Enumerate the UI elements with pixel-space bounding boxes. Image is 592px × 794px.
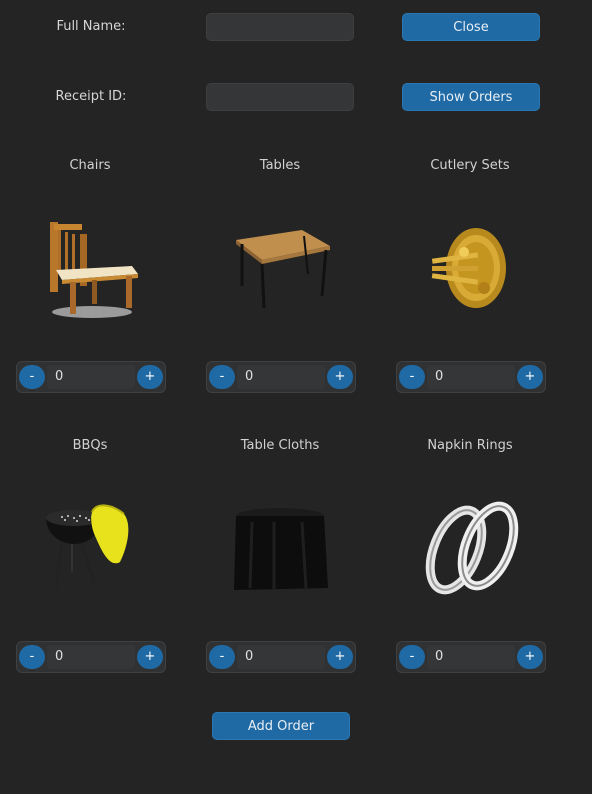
decrement-button[interactable]: -	[209, 645, 235, 669]
decrement-button[interactable]: -	[399, 365, 425, 389]
table-image	[222, 212, 342, 322]
tablecloth-image	[222, 492, 342, 602]
category-title-table-cloths: Table Cloths	[240, 438, 320, 453]
quantity-stepper-cutlery-sets[interactable]: - 0 +	[396, 361, 546, 393]
quantity-stepper-bbqs[interactable]: - 0 +	[16, 641, 166, 673]
increment-button[interactable]: +	[517, 365, 543, 389]
cutlery-image	[412, 212, 532, 322]
close-button[interactable]: Close	[402, 13, 540, 41]
quantity-input[interactable]: 0	[237, 645, 325, 669]
increment-button[interactable]: +	[137, 365, 163, 389]
receipt-id-label: Receipt ID:	[55, 89, 127, 104]
quantity-input[interactable]: 0	[427, 365, 515, 389]
receipt-id-input[interactable]	[206, 83, 354, 111]
decrement-button[interactable]: -	[209, 365, 235, 389]
bbq-image	[32, 492, 152, 602]
quantity-input[interactable]: 0	[47, 645, 135, 669]
category-title-tables: Tables	[259, 158, 301, 173]
category-title-cutlery-sets: Cutlery Sets	[430, 158, 510, 173]
category-title-napkin-rings: Napkin Rings	[427, 438, 513, 453]
decrement-button[interactable]: -	[19, 645, 45, 669]
category-title-chairs: Chairs	[69, 158, 111, 173]
increment-button[interactable]: +	[327, 645, 353, 669]
quantity-stepper-napkin-rings[interactable]: - 0 +	[396, 641, 546, 673]
increment-button[interactable]: +	[327, 365, 353, 389]
decrement-button[interactable]: -	[399, 645, 425, 669]
show-orders-button[interactable]: Show Orders	[402, 83, 540, 111]
add-order-button[interactable]: Add Order	[212, 712, 350, 740]
chair-image	[32, 212, 152, 322]
quantity-input[interactable]: 0	[427, 645, 515, 669]
quantity-stepper-chairs[interactable]: - 0 +	[16, 361, 166, 393]
increment-button[interactable]: +	[137, 645, 163, 669]
quantity-input[interactable]: 0	[47, 365, 135, 389]
increment-button[interactable]: +	[517, 645, 543, 669]
napkin-rings-image	[412, 492, 532, 602]
full-name-input[interactable]	[206, 13, 354, 41]
quantity-input[interactable]: 0	[237, 365, 325, 389]
quantity-stepper-table-cloths[interactable]: - 0 +	[206, 641, 356, 673]
quantity-stepper-tables[interactable]: - 0 +	[206, 361, 356, 393]
full-name-label: Full Name:	[56, 19, 126, 34]
decrement-button[interactable]: -	[19, 365, 45, 389]
category-title-bbqs: BBQs	[72, 438, 108, 453]
